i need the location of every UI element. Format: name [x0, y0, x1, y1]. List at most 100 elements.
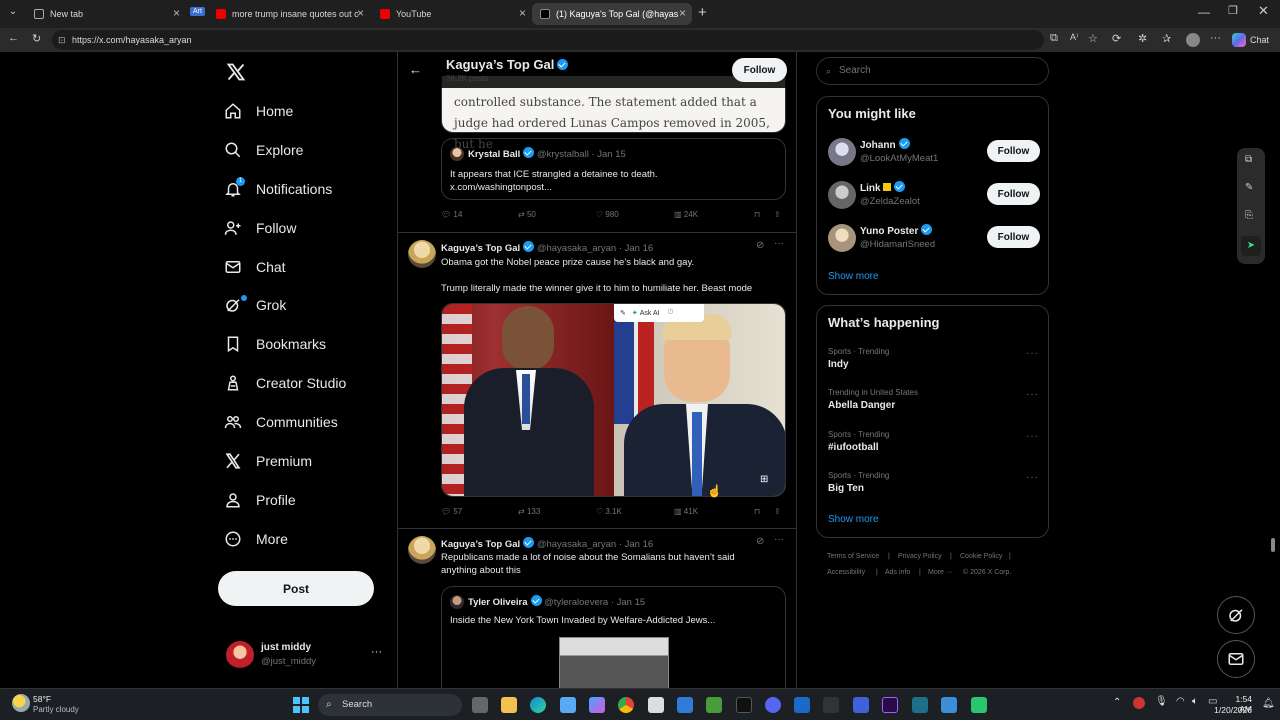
edge-browser-icon[interactable]	[530, 697, 546, 713]
notifications-bell-icon[interactable]: 🔔︎	[1262, 698, 1275, 709]
bookmark-icon[interactable]: ⊓	[754, 210, 774, 219]
post-button[interactable]: Post	[218, 571, 374, 606]
share-icon[interactable]: ⇪	[774, 210, 781, 219]
show-more-link[interactable]: Show more	[828, 514, 879, 525]
task-view-icon[interactable]	[472, 697, 488, 713]
trend-more-icon[interactable]: ···	[1026, 348, 1039, 359]
nav-bookmarks[interactable]: Bookmarks	[224, 329, 326, 359]
favorite-star-icon[interactable]: ☆	[1088, 32, 1098, 45]
mail-icon[interactable]	[677, 697, 693, 713]
taskbar-search[interactable]: ⌕ Search	[318, 694, 462, 716]
app-icon[interactable]	[823, 697, 839, 713]
tiktok-icon[interactable]	[736, 697, 752, 713]
windows-start-icon[interactable]	[293, 697, 309, 713]
minecraft-icon[interactable]	[706, 697, 722, 713]
read-aloud-icon[interactable]: A⁾	[1070, 32, 1078, 43]
trend-item[interactable]: Sports · Trending Big Ten	[828, 471, 889, 494]
app-icon[interactable]	[794, 697, 810, 713]
edit-pencil-icon[interactable]: ✎	[620, 309, 626, 317]
page-scrollbar[interactable]	[1269, 56, 1276, 686]
trend-item[interactable]: Sports · Trending Indy	[828, 347, 889, 370]
discord-icon[interactable]	[765, 697, 781, 713]
tab-actions-icon[interactable]: ⌄	[6, 6, 20, 20]
file-explorer-icon[interactable]	[501, 697, 517, 713]
follow-profile-button[interactable]: Follow	[732, 58, 787, 82]
store-icon[interactable]	[560, 697, 576, 713]
tab-new-tab[interactable]: New tab ×	[26, 3, 186, 25]
x-logo[interactable]	[226, 62, 246, 82]
nav-follow[interactable]: Follow	[224, 213, 296, 243]
back-arrow-icon[interactable]: ←	[409, 62, 422, 77]
app-icon[interactable]	[941, 697, 957, 713]
image-edit-icon[interactable]: ⊞	[760, 474, 768, 485]
tray-app-icon[interactable]	[1133, 697, 1145, 709]
site-info-icon[interactable]: ⊡	[58, 30, 66, 50]
footer-more[interactable]: More ···	[928, 569, 953, 576]
trend-item[interactable]: Sports · Trending #iufootball	[828, 430, 889, 453]
profile-avatar-icon[interactable]	[1186, 33, 1200, 47]
quote-video-thumbnail[interactable]	[559, 637, 669, 688]
copilot-icon[interactable]	[589, 697, 605, 713]
new-tab-button[interactable]: +	[698, 4, 707, 21]
weather-icon[interactable]	[12, 694, 30, 712]
grok-explain-icon[interactable]: ⊘	[756, 536, 764, 547]
grok-fab[interactable]	[1217, 596, 1255, 634]
nav-chat[interactable]: Chat	[224, 252, 286, 282]
like-button[interactable]: ♡ 980	[596, 210, 674, 219]
clock-date[interactable]: 1/20/2026	[1210, 705, 1252, 715]
tab-youtube-search[interactable]: Art more trump insane quotes out of ×	[188, 3, 370, 25]
footer-accessibility[interactable]: Accessibility	[827, 569, 865, 576]
draw-icon[interactable]: ✎	[1245, 182, 1253, 193]
restore-button[interactable]: ❐	[1228, 4, 1238, 17]
tweet-image[interactable]: ✎ ✦ Ask AI ⏻ ⊞	[441, 303, 786, 497]
avatar[interactable]	[408, 240, 436, 268]
url-field[interactable]: ⊡ https://x.com/hayasaka_aryan	[52, 30, 1044, 50]
weather-temp[interactable]: 58°F	[33, 694, 51, 704]
trend-more-icon[interactable]: ···	[1026, 389, 1039, 400]
reply-button[interactable]: 💬︎ 14	[441, 210, 518, 219]
nav-communities[interactable]: Communities	[224, 407, 338, 437]
follow-button[interactable]: Follow	[987, 183, 1040, 205]
views-button[interactable]: ▥ 24K	[674, 210, 754, 219]
suggest-name[interactable]: Yuno Poster	[860, 224, 933, 237]
nav-creator-studio[interactable]: Creator Studio	[224, 368, 346, 398]
app-icon[interactable]	[853, 697, 869, 713]
follow-button[interactable]: Follow	[987, 140, 1040, 162]
back-arrow-icon[interactable]: ←	[8, 32, 19, 44]
quote-tweet[interactable]: Tyler Oliveira @tyleraloevera · Jan 15 I…	[441, 586, 786, 688]
avatar[interactable]	[408, 536, 436, 564]
more-menu-icon[interactable]: ···	[1210, 32, 1221, 44]
microphone-icon[interactable]: 🎙︎	[1155, 696, 1168, 707]
trend-more-icon[interactable]: ···	[1026, 431, 1039, 442]
avatar[interactable]	[828, 138, 856, 166]
avatar[interactable]	[828, 224, 856, 252]
close-window-button[interactable]: ✕	[1258, 3, 1269, 19]
volume-icon[interactable]: 🔈︎	[1192, 696, 1198, 707]
footer-terms[interactable]: Terms of Service	[827, 553, 879, 560]
repost-button[interactable]: ⇄ 133	[518, 507, 596, 516]
footer-cookie[interactable]: Cookie Policy	[960, 553, 1002, 560]
premiere-icon[interactable]	[882, 697, 898, 713]
refresh-icon[interactable]: ↻	[32, 32, 41, 45]
close-tab-icon[interactable]: ×	[679, 6, 686, 20]
trend-item[interactable]: Trending in United States Abella Danger	[828, 388, 918, 411]
wifi-icon[interactable]: ◠	[1176, 696, 1185, 707]
chrome-icon[interactable]	[618, 697, 634, 713]
account-switcher[interactable]: just middy @just_middy ···	[224, 638, 394, 674]
like-button[interactable]: ♡ 3.1K	[596, 507, 674, 516]
app-available-icon[interactable]: ⧉	[1050, 32, 1058, 45]
close-tab-icon[interactable]: ×	[357, 6, 364, 20]
grok-explain-icon[interactable]: ⊘	[756, 240, 764, 251]
tweet-more-icon[interactable]: ···	[774, 238, 784, 249]
app-icon[interactable]	[971, 697, 987, 713]
suggest-name[interactable]: Johann	[860, 138, 910, 151]
account-more-icon[interactable]: ···	[371, 646, 382, 658]
tweet-more-icon[interactable]: ···	[774, 534, 784, 545]
power-icon[interactable]: ⏻	[668, 309, 674, 317]
follow-button[interactable]: Follow	[987, 226, 1040, 248]
nav-profile[interactable]: Profile	[224, 485, 296, 515]
copy-icon[interactable]: ⧉	[1245, 154, 1252, 165]
notepad-icon[interactable]	[648, 697, 664, 713]
close-tab-icon[interactable]: ×	[173, 6, 180, 20]
tab-x-profile[interactable]: (1) Kaguya's Top Gal (@hayasaka_ ×	[532, 3, 692, 25]
